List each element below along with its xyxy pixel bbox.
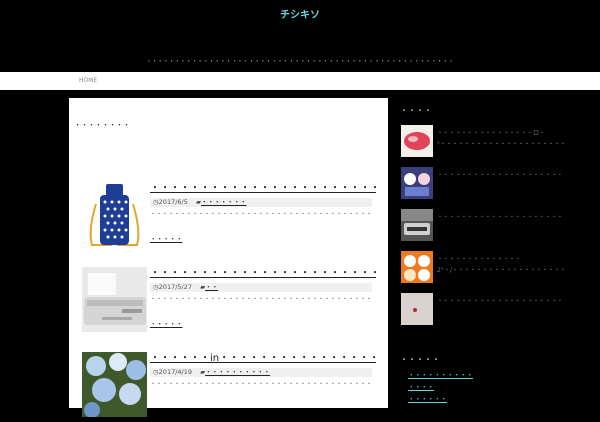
post-title[interactable]: ・・・・・・・・・・・・・・・・・・・・・・・・・・・・・・・・・・・・ (150, 267, 376, 280)
popular-thumb-car[interactable] (401, 209, 433, 241)
popular-post-title[interactable]: ・・・・・・・・・・・・・・2°・/・・・・・・・・・・・・・・・・・・・・・・… (437, 254, 565, 278)
category-link[interactable]: ・・・・ (408, 381, 473, 393)
popular-posts-heading: ・・・・ (400, 106, 432, 115)
post-date: 2017/5/27 (158, 283, 193, 291)
post-thumbnail-hydrangea[interactable] (82, 352, 147, 417)
category-link[interactable]: ・・・・・・・・・・ (408, 369, 473, 381)
popular-post-item[interactable]: ・・・・・・・・・・・・・・・・・・・・・・・・・・・・・・・・・・・・・・ (400, 293, 580, 326)
popular-thumb-characters[interactable] (401, 167, 433, 199)
popular-thumb-rabbits[interactable] (401, 251, 433, 283)
nav-bar: HOME (0, 72, 600, 90)
post-card: ・・・・・・・・・・・・・・・・・・・・・・・・・・・・・・・・・・・・ ◷20… (82, 267, 382, 337)
post-title[interactable]: ・・・・・・in・・・・・・・・・・・・・・・・・・・・・・・2017・ (150, 352, 376, 365)
category-link[interactable]: ・・・・・・ (408, 393, 473, 405)
post-thumbnail-bottle[interactable] (82, 182, 147, 247)
popular-post-title[interactable]: ・・・・・・・・・・・・・・・・・・・・・・・・・・・・・・・・・・・・・・ (437, 212, 565, 236)
post-thumbnail-printer[interactable] (82, 267, 147, 332)
post-meta: ◷2017/6/5 ▰・・・・・・・ (150, 198, 372, 207)
post-category[interactable]: ・・ (205, 283, 218, 291)
category-heading: ・・・・・ (400, 355, 440, 364)
post-card: ・・・・・・・・・・・・・・・・・・・・・・・・・・・・・・・・・・・ ◷201… (82, 182, 382, 252)
main-content: ・・・・・・・・ ・・・・・・・・・・・・・・・・・・・・・・・・・・・ (69, 98, 388, 417)
post-category[interactable]: ・・・・・・・ (201, 198, 247, 206)
nav-home-link[interactable]: HOME (79, 77, 97, 84)
post-excerpt: ・・・・・・・・・・・・・・・・・・・・・・・・・・・・・・・・・・・・・・・・… (150, 381, 374, 388)
post-date: 2017/6/5 (158, 198, 188, 206)
archive-title: ・・・・・・・・ (74, 121, 130, 129)
popular-post-title[interactable]: ・・・・・・・・・・・・・・・・ロ・°・・・・・・・・・・・・・・・・・・・・・… (437, 128, 565, 152)
popular-post-item[interactable]: ・・・・・・・・・・・・・・・・・・・・・・・・・・・・・・・・・・・・・・ (400, 209, 580, 242)
popular-post-title[interactable]: ・・・・・・・・・・・・・・・・・・・・・・・・・・・・・・・・・・・・・・ (437, 296, 565, 320)
sidebar: ・・・・ ・・・・・・・・・・・・・・・・ロ・°・・・・・・・・・・・・・・・・… (400, 105, 580, 403)
popular-thumb-spot[interactable] (401, 293, 433, 325)
post-title[interactable]: ・・・・・・・・・・・・・・・・・・・・・・・・・・・・・・・・・・・ (150, 182, 376, 195)
post-card: ・・・・・・in・・・・・・・・・・・・・・・・・・・・・・・2017・ ◷20… (82, 352, 382, 422)
post-category[interactable]: ・・・・・・・・・・ (205, 368, 270, 376)
post-meta: ◷2017/4/19 ▰・・・・・・・・・・ (150, 368, 372, 377)
post-meta: ◷2017/5/27 ▰・・ (150, 283, 372, 292)
popular-post-item[interactable]: ・・・・・・・・・・・・・・2°・/・・・・・・・・・・・・・・・・・・・・・・… (400, 251, 580, 284)
read-more-link[interactable]: ・・・・・ (150, 233, 183, 243)
site-description: ・・・・・・・・・・・・・・・・・・・・・・・・・・・・・・・・・・・・・・・・… (146, 59, 454, 65)
post-date: 2017/4/19 (158, 368, 193, 376)
read-more-link[interactable]: ・・・・・ (150, 318, 183, 328)
popular-post-item[interactable]: ・・・・・・・・・・・・・・・・ロ・°・・・・・・・・・・・・・・・・・・・・・… (400, 125, 580, 158)
site-title[interactable]: チシキソ (0, 6, 600, 21)
popular-post-title[interactable]: ・・・・・・・・・・・・・・・・・・・・・・・・・・・・・・・・・・・・・・ (437, 170, 565, 194)
post-excerpt: ・・・・・・・・・・・・・・・・・・・・・・・・・・・・・・・・・・・・・・・・… (150, 211, 374, 218)
popular-thumb-meat[interactable] (401, 125, 433, 157)
post-excerpt: ・・・・・・・・・・・・・・・・・・・・・・・・・・・・・・・・・・・・・・・・… (150, 296, 374, 303)
popular-post-item[interactable]: ・・・・・・・・・・・・・・・・・・・・・・・・・・・・・・・・・・・・・・ (400, 167, 580, 200)
